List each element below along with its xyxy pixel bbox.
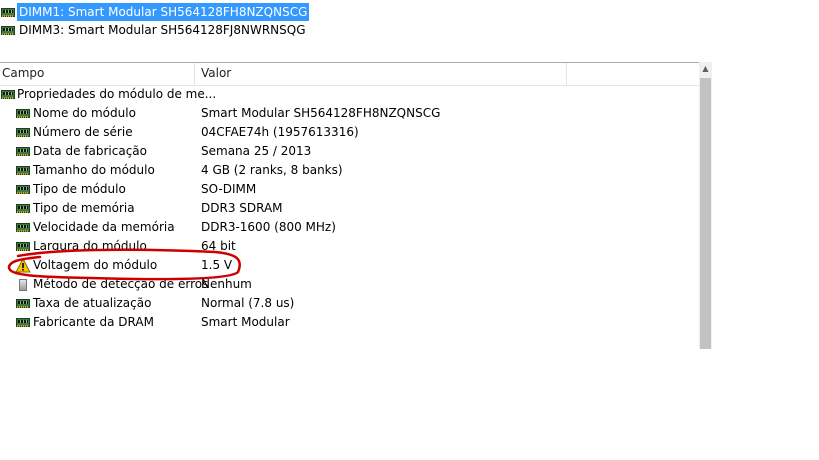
property-field: Data de fabricação	[33, 144, 147, 158]
vertical-scrollbar[interactable]: ▲	[699, 62, 712, 349]
property-field: Número de série	[33, 125, 133, 139]
column-header-value[interactable]: Valor	[199, 63, 567, 85]
property-group-label: Propriedades do módulo de me...	[17, 87, 217, 101]
scroll-thumb[interactable]	[700, 78, 711, 349]
property-field: Tamanho do módulo	[33, 163, 155, 177]
column-header-field[interactable]: Campo	[0, 63, 194, 85]
property-row[interactable]: Fabricante da DRAM Smart Modular	[0, 313, 699, 332]
column-divider[interactable]	[566, 63, 567, 85]
property-value: Normal (7.8 us)	[201, 296, 295, 310]
properties-header: Campo Valor	[0, 62, 699, 86]
property-row[interactable]: Velocidade da memória DDR3-1600 (800 MHz…	[0, 218, 699, 237]
memory-module-icon	[1, 26, 15, 35]
memory-module-icon	[1, 8, 15, 17]
property-field: Fabricante da DRAM	[33, 315, 154, 329]
memory-module-icon	[16, 109, 30, 118]
memory-module-icon	[16, 299, 30, 308]
property-value: 4 GB (2 ranks, 8 banks)	[201, 163, 343, 177]
property-row[interactable]: Número de série 04CFAE74h (1957613316)	[0, 123, 699, 142]
memory-module-icon	[16, 185, 30, 194]
red-annotation-circle	[7, 248, 241, 281]
memory-module-icon	[16, 223, 30, 232]
property-row[interactable]: Tamanho do módulo 4 GB (2 ranks, 8 banks…	[0, 161, 699, 180]
property-value: Smart Modular SH564128FH8NZQNSCG	[201, 106, 441, 120]
memory-module-icon	[16, 166, 30, 175]
memory-module-icon	[16, 147, 30, 156]
property-value: DDR3 SDRAM	[201, 201, 283, 215]
column-divider[interactable]	[194, 63, 195, 85]
memory-module-icon	[16, 128, 30, 137]
property-field: Tipo de módulo	[33, 182, 126, 196]
property-field: Nome do módulo	[33, 106, 136, 120]
property-value: Semana 25 / 2013	[201, 144, 312, 158]
property-group-row[interactable]: Propriedades do módulo de me...	[0, 85, 699, 104]
property-field: Taxa de atualização	[33, 296, 152, 310]
device-item-label: DIMM3: Smart Modular SH564128FJ8NWRNSQG	[19, 23, 306, 37]
property-row[interactable]: Tipo de módulo SO-DIMM	[0, 180, 699, 199]
memory-module-icon	[1, 90, 15, 99]
property-value: DDR3-1600 (800 MHz)	[201, 220, 336, 234]
device-item-label: DIMM1: Smart Modular SH564128FH8NZQNSCG	[17, 3, 310, 21]
property-row[interactable]: Taxa de atualização Normal (7.8 us)	[0, 294, 699, 313]
property-row[interactable]: Nome do módulo Smart Modular SH564128FH8…	[0, 104, 699, 123]
property-field: Velocidade da memória	[33, 220, 175, 234]
device-item-dimm1[interactable]: DIMM1: Smart Modular SH564128FH8NZQNSCG	[0, 3, 310, 21]
property-value: SO-DIMM	[201, 182, 257, 196]
memory-module-icon	[16, 318, 30, 327]
property-row[interactable]: Tipo de memória DDR3 SDRAM	[0, 199, 699, 218]
property-field: Tipo de memória	[33, 201, 135, 215]
property-value: 04CFAE74h (1957613316)	[201, 125, 359, 139]
scroll-up-arrow-icon[interactable]: ▲	[699, 62, 712, 76]
property-row[interactable]: Data de fabricação Semana 25 / 2013	[0, 142, 699, 161]
property-value: Smart Modular	[201, 315, 290, 329]
device-item-dimm3[interactable]: DIMM3: Smart Modular SH564128FJ8NWRNSQG	[0, 21, 306, 39]
memory-module-icon	[16, 204, 30, 213]
